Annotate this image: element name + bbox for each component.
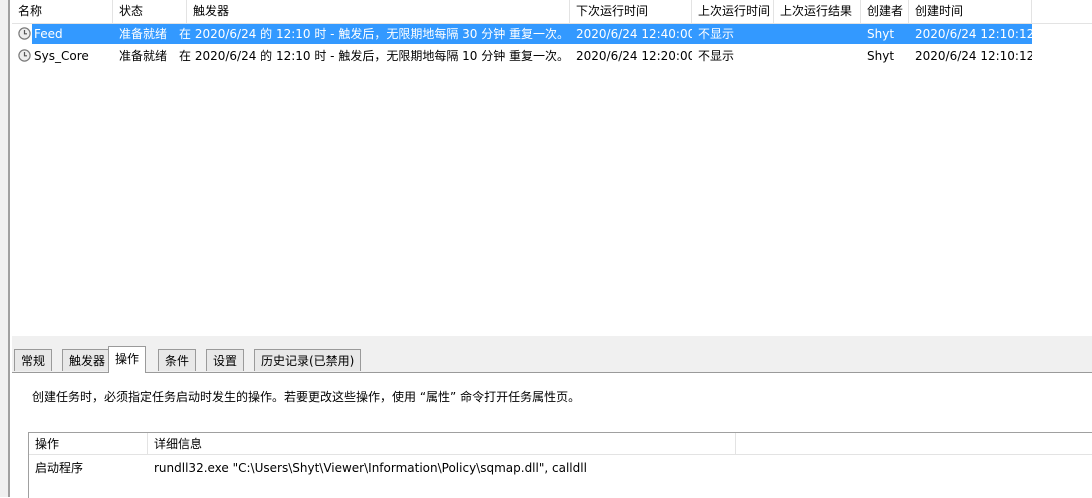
- task-last-result: [774, 23, 861, 45]
- task-trigger: 在 2020/6/24 的 12:10 时 - 触发后，无限期地每隔 10 分钟…: [179, 49, 570, 63]
- tab-triggers[interactable]: 触发器: [62, 349, 113, 371]
- column-header-created[interactable]: 创建时间: [909, 0, 1032, 23]
- details-tabstrip: 常规 触发器 操作 条件 设置 历史记录(已禁用): [12, 346, 1092, 373]
- tab-general[interactable]: 常规: [14, 349, 53, 371]
- actions-column-header-detail[interactable]: 详细信息: [148, 433, 736, 455]
- task-list-header: 名称 状态 触发器 下次运行时间 上次运行时间 上次运行结果 创建者 创建时间: [12, 0, 1092, 24]
- column-header-last-result[interactable]: 上次运行结果: [774, 0, 861, 23]
- column-header-trigger[interactable]: 触发器: [187, 0, 570, 23]
- tab-conditions[interactable]: 条件: [158, 349, 197, 371]
- tab-settings[interactable]: 设置: [206, 349, 245, 371]
- task-row-sys-core[interactable]: Sys_Core 准备就绪 在 2020/6/24 的 12:10 时 - 触发…: [12, 45, 1092, 67]
- task-last-run: 不显示: [698, 49, 735, 63]
- task-details-pane: 常规 触发器 操作 条件 设置 历史记录(已禁用) 创建任务时，必须指定任务启动…: [12, 346, 1092, 498]
- left-pane-edge: [0, 0, 10, 497]
- actions-column-header-action[interactable]: 操作: [29, 433, 148, 455]
- task-last-result: [774, 45, 861, 67]
- task-author: Shyt: [867, 49, 895, 63]
- column-header-status[interactable]: 状态: [113, 0, 187, 23]
- column-header-last-run[interactable]: 上次运行时间: [692, 0, 774, 23]
- task-name: Feed: [34, 27, 63, 41]
- task-created: 2020/6/24 12:10:12: [915, 49, 1032, 63]
- pane-splitter[interactable]: [12, 336, 1092, 346]
- tab-actions[interactable]: 操作: [108, 346, 147, 373]
- actions-column-header-filler: [736, 433, 1092, 455]
- column-header-name[interactable]: 名称: [12, 0, 113, 23]
- column-header-author[interactable]: 创建者: [861, 0, 909, 23]
- tab-history[interactable]: 历史记录(已禁用): [254, 349, 362, 371]
- actions-description: 创建任务时，必须指定任务启动时发生的操作。若要更改这些操作，使用 “属性” 命令…: [32, 390, 581, 404]
- task-next-run: 2020/6/24 12:20:00: [576, 49, 692, 63]
- action-type[interactable]: 启动程序: [29, 457, 148, 479]
- task-last-run: 不显示: [698, 27, 735, 41]
- task-next-run: 2020/6/24 12:40:00: [576, 27, 692, 41]
- actions-table: 操作 详细信息 启动程序 rundll32.exe "C:\Users\Shyt…: [28, 432, 1092, 498]
- task-author: Shyt: [867, 27, 895, 41]
- task-trigger: 在 2020/6/24 的 12:10 时 - 触发后，无限期地每隔 30 分钟…: [179, 27, 570, 41]
- task-row-feed[interactable]: Feed 准备就绪 在 2020/6/24 的 12:10 时 - 触发后，无限…: [12, 23, 1092, 45]
- action-detail[interactable]: rundll32.exe "C:\Users\Shyt\Viewer\Infor…: [148, 457, 1048, 479]
- column-header-next-run[interactable]: 下次运行时间: [570, 0, 692, 23]
- task-name: Sys_Core: [34, 49, 89, 63]
- task-list: 名称 状态 触发器 下次运行时间 上次运行时间 上次运行结果 创建者 创建时间 …: [12, 0, 1092, 337]
- task-created: 2020/6/24 12:10:12: [915, 27, 1032, 41]
